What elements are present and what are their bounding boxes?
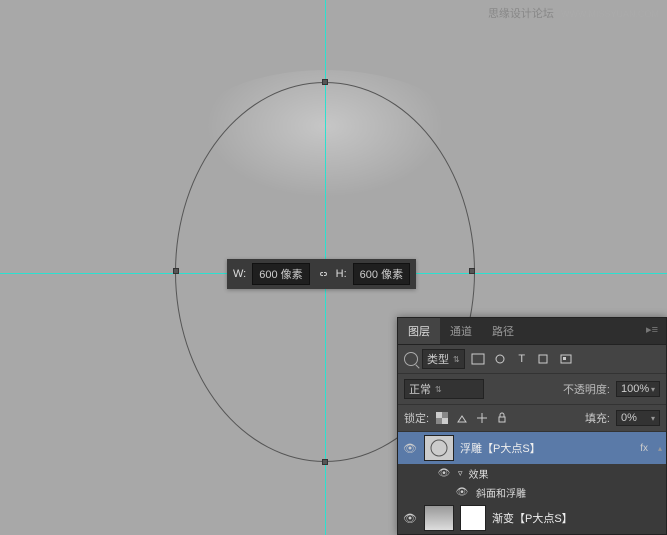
width-field[interactable]: 600 像素 [252, 263, 309, 285]
visibility-icon[interactable]: 👁 [402, 512, 418, 525]
blend-mode-select[interactable]: 正常⇅ [404, 379, 484, 399]
filter-smart-icon[interactable] [557, 351, 575, 367]
layer-thumb[interactable] [424, 505, 454, 531]
visibility-icon[interactable]: 👁 [454, 487, 470, 498]
collapse-icon[interactable]: ▴ [658, 444, 662, 453]
panel-menu-icon[interactable]: ▸≡ [638, 318, 666, 344]
lock-row: 锁定: 填充: 0%▾ [398, 405, 666, 432]
lock-label: 锁定: [404, 410, 429, 426]
lock-position-icon[interactable] [475, 411, 489, 425]
effect-name: 斜面和浮雕 [476, 485, 526, 500]
visibility-icon[interactable]: 👁 [402, 442, 418, 455]
layer-row[interactable]: 👁 浮雕【P大点S】 fx ▴ [398, 432, 666, 464]
layer-list: 👁 浮雕【P大点S】 fx ▴ 👁 ▿ 效果 👁 斜面和浮雕 👁 渐变【P大点S… [398, 432, 666, 534]
filter-row: 类型⇅ T [398, 345, 666, 374]
panel-tabs: 图层 通道 路径 ▸≡ [398, 318, 666, 345]
filter-adjust-icon[interactable] [491, 351, 509, 367]
effect-item[interactable]: 👁 斜面和浮雕 [398, 483, 666, 502]
chevron-down-icon: ▿ [458, 468, 463, 479]
layers-panel: 图层 通道 路径 ▸≡ 类型⇅ T 正常⇅ 不透明度: 100%▾ 锁定: 填充… [397, 317, 667, 535]
layer-name[interactable]: 渐变【P大点S】 [492, 510, 662, 526]
watermark: 思缘设计论坛 WWW.MISSYUAN.COM [488, 5, 659, 21]
tab-channels[interactable]: 通道 [440, 318, 482, 344]
fill-label: 填充: [585, 410, 610, 426]
layer-thumb[interactable] [424, 435, 454, 461]
filter-type-icon[interactable]: T [513, 351, 531, 367]
opacity-field[interactable]: 100%▾ [616, 381, 660, 397]
anchor-point[interactable] [173, 268, 179, 274]
anchor-point[interactable] [322, 79, 328, 85]
tab-layers[interactable]: 图层 [398, 318, 440, 344]
layer-row[interactable]: 👁 渐变【P大点S】 [398, 502, 666, 534]
fx-badge[interactable]: fx [640, 443, 648, 454]
dimension-tooltip: W: 600 像素 H: 600 像素 [227, 259, 416, 289]
lock-transparent-icon[interactable] [435, 411, 449, 425]
blend-row: 正常⇅ 不透明度: 100%▾ [398, 374, 666, 405]
filter-select[interactable]: 类型⇅ [422, 349, 465, 369]
layer-mask-thumb[interactable] [460, 505, 486, 531]
filter-pixel-icon[interactable] [469, 351, 487, 367]
lock-pixels-icon[interactable] [455, 411, 469, 425]
height-label: H: [336, 268, 347, 280]
visibility-icon[interactable]: 👁 [436, 468, 452, 479]
effects-label: 效果 [469, 466, 489, 481]
opacity-label: 不透明度: [563, 381, 610, 397]
link-icon[interactable] [316, 267, 330, 281]
watermark-url: WWW.MISSYUAN.COM [561, 9, 659, 19]
layer-name[interactable]: 浮雕【P大点S】 [460, 440, 634, 456]
tab-paths[interactable]: 路径 [482, 318, 524, 344]
anchor-point[interactable] [322, 459, 328, 465]
width-label: W: [233, 268, 246, 280]
search-icon[interactable] [404, 352, 418, 366]
height-field[interactable]: 600 像素 [353, 263, 410, 285]
fill-field[interactable]: 0%▾ [616, 410, 660, 426]
filter-shape-icon[interactable] [535, 351, 553, 367]
effects-row[interactable]: 👁 ▿ 效果 [398, 464, 666, 483]
anchor-point[interactable] [469, 268, 475, 274]
watermark-text: 思缘设计论坛 [488, 8, 554, 20]
lock-all-icon[interactable] [495, 411, 509, 425]
